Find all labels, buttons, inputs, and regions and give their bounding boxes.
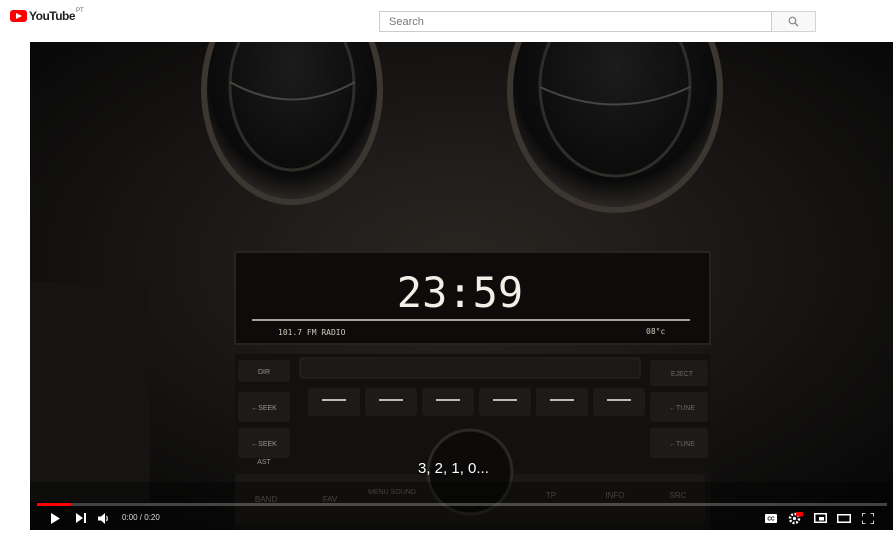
radio-btn-tune-up: ←TUNE <box>669 405 695 412</box>
player-controls: 0:00 / 0:20 CC <box>30 506 893 530</box>
logo-text: YouTube <box>29 9 76 23</box>
youtube-logo-icon <box>10 10 27 22</box>
volume-button[interactable] <box>96 510 112 526</box>
video-frame: 23:59 101.7 FM RADIO 08°c DIR ←SEEK ←SEE… <box>30 42 893 530</box>
radio-clock: 23:59 <box>397 268 523 317</box>
theater-icon <box>837 513 851 523</box>
subtitles-icon: CC <box>765 513 777 523</box>
masthead: YouTube PT <box>0 0 893 42</box>
search-button[interactable] <box>772 11 816 32</box>
search-icon <box>788 16 799 27</box>
miniplayer-icon <box>813 513 827 523</box>
radio-btn-eject: EJECT <box>671 371 694 378</box>
next-icon <box>76 513 86 523</box>
svg-text:CC: CC <box>767 516 775 522</box>
radio-btn-tune-down: ←TUNE <box>669 441 695 448</box>
radio-btn-dir: DIR <box>258 369 270 376</box>
fullscreen-button[interactable] <box>860 510 876 526</box>
play-button[interactable] <box>48 510 62 526</box>
subtitle-caption: 3, 2, 1, 0... <box>418 460 489 477</box>
play-icon <box>51 512 60 524</box>
next-button[interactable] <box>74 510 88 526</box>
time-display: 0:00 / 0:20 <box>122 513 160 522</box>
fullscreen-icon <box>862 512 874 524</box>
radio-station: 101.7 FM RADIO <box>278 328 346 337</box>
youtube-logo[interactable]: YouTube PT <box>10 8 84 23</box>
theater-mode-button[interactable] <box>836 510 852 526</box>
volume-icon <box>98 512 108 524</box>
search-input[interactable] <box>380 12 771 32</box>
radio-btn-ast: AST <box>257 459 271 466</box>
settings-icon <box>788 511 803 524</box>
radio-temp: 08°c <box>646 327 665 336</box>
subtitles-button[interactable]: CC <box>764 510 778 526</box>
radio-btn-seek-down: ←SEEK <box>251 441 277 448</box>
miniplayer-button[interactable] <box>812 510 828 526</box>
radio-btn-seek-up: ←SEEK <box>251 405 277 412</box>
search-box <box>379 11 772 32</box>
country-code: PT <box>76 8 84 14</box>
settings-button[interactable] <box>786 510 804 526</box>
video-player[interactable]: 23:59 101.7 FM RADIO 08°c DIR ←SEEK ←SEE… <box>30 42 893 530</box>
